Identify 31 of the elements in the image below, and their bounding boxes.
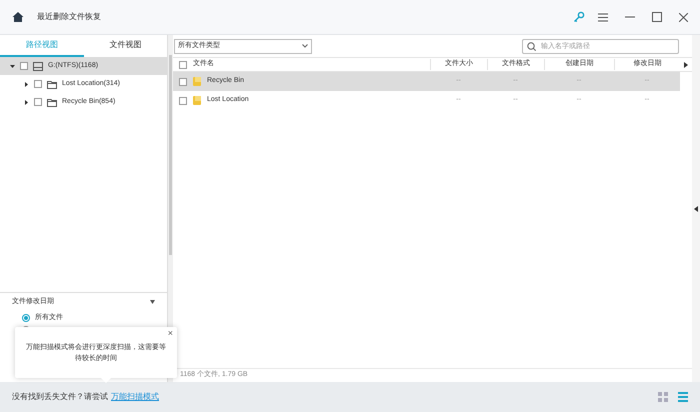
window-title: 最近删除文件恢复 <box>37 11 101 23</box>
close-icon[interactable] <box>679 12 688 22</box>
caret-icon[interactable] <box>150 300 155 304</box>
view-tab[interactable]: 文件视图 <box>84 35 167 57</box>
checkbox[interactable] <box>179 96 187 104</box>
scrollbar-thumb[interactable] <box>169 55 172 255</box>
expand-caret-icon[interactable] <box>10 64 15 68</box>
folder-icon <box>193 96 201 105</box>
search-icon <box>527 42 536 50</box>
checkbox[interactable] <box>20 62 28 70</box>
folder-icon <box>47 80 57 88</box>
folder-icon <box>47 98 57 106</box>
close-icon[interactable]: × <box>168 327 173 340</box>
key-icon[interactable] <box>573 11 585 23</box>
minimize-icon[interactable] <box>625 16 635 18</box>
drive-icon <box>33 62 43 70</box>
more-columns-icon[interactable] <box>684 62 688 68</box>
caret-icon <box>302 44 308 48</box>
checkbox[interactable] <box>179 78 187 86</box>
expand-caret-icon[interactable] <box>24 82 29 86</box>
radio-button[interactable] <box>22 314 30 322</box>
bottom-text: 没有找到丢失文件？请尝试 <box>12 391 108 403</box>
home-icon[interactable] <box>12 11 24 23</box>
maximize-icon[interactable] <box>652 12 662 22</box>
menu-icon[interactable] <box>598 12 608 22</box>
expand-caret-icon[interactable] <box>24 100 29 104</box>
checkbox[interactable] <box>179 60 187 68</box>
checkbox[interactable] <box>34 98 42 106</box>
expand-arrow-icon[interactable] <box>694 206 698 212</box>
folder-icon <box>193 77 201 86</box>
checkbox[interactable] <box>34 80 42 88</box>
